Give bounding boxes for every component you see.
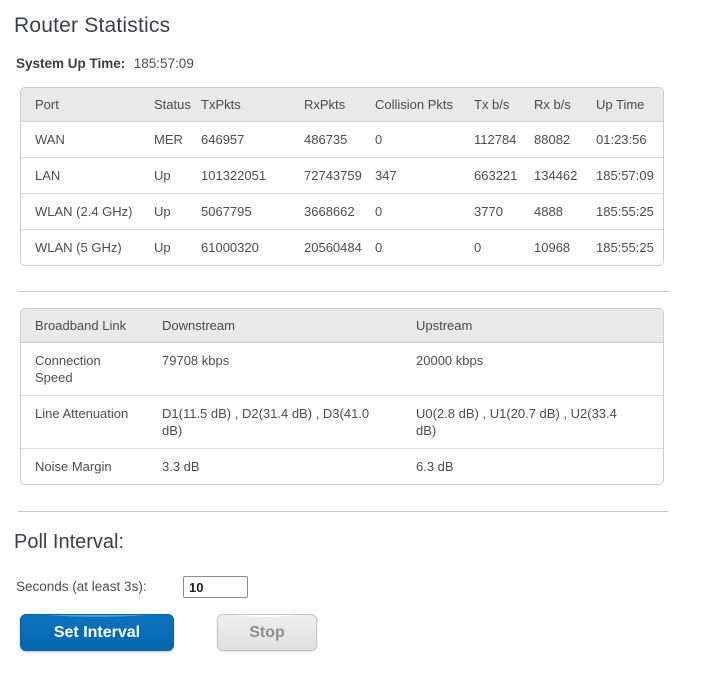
cell-upstream: U0(2.8 dB) , U1(20.7 dB) , U2(33.4 dB) [416, 406, 617, 438]
cell-upstream: 6.3 dB [416, 459, 454, 474]
col-header-broadband-link: Broadband Link [21, 309, 154, 343]
section-divider [18, 291, 668, 292]
col-header-txpkts: TxPkts [193, 88, 296, 122]
cell-rxpkts: 3668662 [296, 193, 367, 230]
table-row-wlan-5ghz: WLAN (5 GHz) Up 61000320 20560484 0 0 10… [21, 229, 663, 265]
cell-tx-bs: 112784 [474, 132, 517, 147]
broadband-table-header-row: Broadband Link Downstream Upstream [21, 309, 663, 343]
cell-port: LAN [21, 157, 146, 194]
poll-buttons-row: Set Interval Stop [20, 614, 706, 651]
stop-button[interactable]: Stop [217, 614, 317, 651]
col-header-up-time: Up Time [588, 88, 663, 122]
cell-downstream: 3.3 dB [162, 459, 200, 474]
cell-rx-bs: 88082 [534, 132, 571, 147]
col-header-collision-pkts: Collision Pkts [367, 88, 466, 122]
cell-status: Up [146, 193, 193, 230]
cell-downstream: 79708 kbps [162, 353, 230, 368]
cell-tx-bs: 663221 [466, 157, 526, 194]
col-header-tx-bs: Tx b/s [466, 88, 526, 122]
port-statistics-table: Port Status TxPkts RxPkts Collision Pkts… [20, 87, 664, 266]
table-row-wan: WAN MER 646957 486735 0 112784 88082 01:… [21, 122, 663, 158]
col-header-upstream: Upstream [408, 309, 663, 343]
system-up-time-value: 185:57:09 [133, 56, 194, 71]
cell-label: Line Attenuation [35, 406, 129, 421]
cell-collision-pkts: 0 [375, 132, 383, 147]
table-row-wlan-24ghz: WLAN (2.4 GHz) Up 5067795 3668662 0 3770… [21, 193, 663, 230]
cell-txpkts: 101322051 [193, 157, 296, 194]
cell-rxpkts: 486735 [304, 132, 348, 147]
table-row-noise-margin: Noise Margin 3.3 dB 6.3 dB [21, 448, 663, 484]
cell-tx-bs: 0 [466, 229, 526, 265]
table-row-lan: LAN Up 101322051 72743759 347 663221 134… [21, 157, 663, 194]
page-title: Router Statistics [14, 14, 171, 37]
cell-txpkts: 5067795 [193, 193, 296, 230]
col-header-port: Port [21, 88, 146, 122]
cell-up-time: 185:57:09 [588, 157, 663, 194]
cell-downstream: D1(11.5 dB) , D2(31.4 dB) , D3(41.0 dB) [162, 406, 370, 438]
col-header-status: Status [146, 88, 193, 122]
cell-status: MER [154, 132, 183, 147]
col-header-downstream: Downstream [154, 309, 408, 343]
cell-label: Connection Speed [35, 353, 101, 385]
table-row-line-attenuation: Line Attenuation D1(11.5 dB) , D2(31.4 d… [21, 395, 663, 449]
cell-up-time: 01:23:56 [596, 132, 647, 147]
cell-txpkts: 646957 [201, 132, 245, 147]
cell-rxpkts: 20560484 [296, 229, 367, 265]
cell-upstream: 20000 kbps [416, 353, 484, 368]
cell-rx-bs: 10968 [526, 229, 588, 265]
cell-txpkts: 61000320 [193, 229, 296, 265]
cell-port: WAN [35, 132, 65, 147]
set-interval-button[interactable]: Set Interval [20, 614, 174, 651]
router-statistics-page: Router Statistics System Up Time: 185:57… [0, 0, 706, 651]
cell-up-time: 185:55:25 [588, 229, 663, 265]
broadband-link-table: Broadband Link Downstream Upstream Conne… [20, 308, 664, 485]
col-header-rx-bs: Rx b/s [526, 88, 588, 122]
col-header-rxpkts: RxPkts [296, 88, 367, 122]
cell-rx-bs: 134462 [526, 157, 588, 194]
section-divider [18, 511, 668, 512]
table-row-connection-speed: Connection Speed 79708 kbps 20000 kbps [21, 343, 663, 396]
cell-tx-bs: 3770 [466, 193, 526, 230]
cell-rxpkts: 72743759 [296, 157, 367, 194]
seconds-label: Seconds (at least 3s): [16, 578, 147, 594]
cell-collision-pkts: 0 [367, 229, 466, 265]
system-up-time: System Up Time: 185:57:09 [16, 56, 706, 71]
cell-collision-pkts: 0 [367, 193, 466, 230]
cell-label: Noise Margin [35, 459, 112, 474]
cell-up-time: 185:55:25 [588, 193, 663, 230]
poll-seconds-input[interactable] [183, 576, 248, 598]
cell-rx-bs: 4888 [526, 193, 588, 230]
poll-interval-heading: Poll Interval: [14, 531, 125, 553]
port-table-header-row: Port Status TxPkts RxPkts Collision Pkts… [21, 88, 663, 122]
cell-collision-pkts: 347 [367, 157, 466, 194]
cell-port: WLAN (2.4 GHz) [21, 193, 146, 230]
cell-status: Up [146, 157, 193, 194]
cell-port: WLAN (5 GHz) [21, 229, 146, 265]
cell-status: Up [146, 229, 193, 265]
poll-seconds-row: Seconds (at least 3s): [16, 576, 706, 598]
system-up-time-label: System Up Time: [16, 56, 126, 71]
